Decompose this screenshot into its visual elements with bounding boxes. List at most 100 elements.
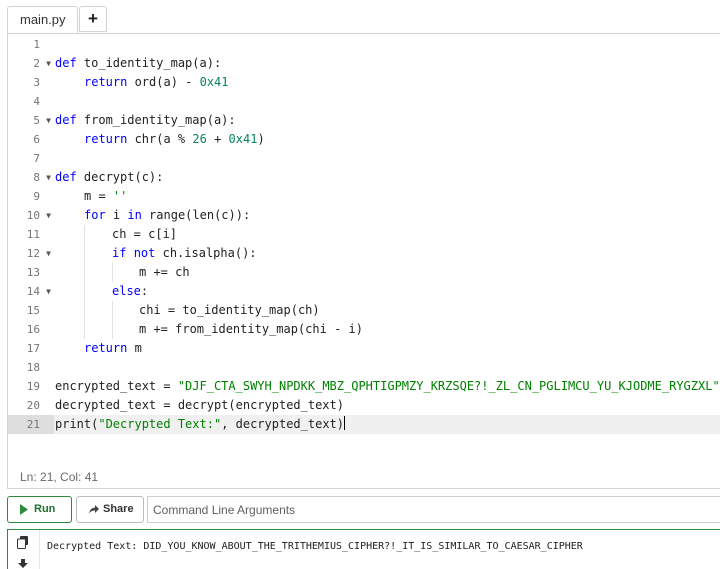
line-gutter: 14 ▼ <box>8 282 54 301</box>
indent-guide <box>112 263 113 282</box>
line-number: 11 <box>26 228 40 241</box>
line-number: 21 <box>26 418 40 431</box>
run-button-label: Run <box>34 503 56 515</box>
code-line[interactable]: 9 m = '' <box>8 187 720 206</box>
line-gutter: 2 ▼ <box>8 54 54 73</box>
line-number: 5 <box>33 114 40 127</box>
line-gutter: 13 <box>8 263 54 282</box>
line-number: 8 <box>33 171 40 184</box>
code-line[interactable]: 4 <box>8 92 720 111</box>
line-gutter: 9 <box>8 187 54 206</box>
code-line[interactable]: 16 m += from_identity_map(chi - i) <box>8 320 720 339</box>
fold-arrow-icon[interactable]: ▼ <box>46 168 51 187</box>
indent-guide <box>112 320 113 339</box>
line-gutter: 6 <box>8 130 54 149</box>
fold-arrow-icon[interactable]: ▼ <box>46 54 51 73</box>
code-text: chi = to_identity_map(ch) <box>139 303 320 317</box>
indent-guide <box>112 301 113 320</box>
download-icon[interactable] <box>17 559 29 569</box>
line-gutter: 21 <box>8 415 54 434</box>
line-gutter: 4 <box>8 92 54 111</box>
output-text: Decrypted Text: DID_YOU_KNOW_ABOUT_THE_T… <box>47 541 583 552</box>
code-line[interactable]: 10 ▼ for i in range(len(c)): <box>8 206 720 225</box>
code-line[interactable]: 18 <box>8 358 720 377</box>
line-number: 1 <box>33 38 40 51</box>
fold-arrow-icon[interactable]: ▼ <box>46 206 51 225</box>
code-text: for i in range(len(c)): <box>84 208 251 222</box>
line-gutter: 12 ▼ <box>8 244 54 263</box>
line-gutter: 5 ▼ <box>8 111 54 130</box>
share-button-label: Share <box>103 503 134 515</box>
code-line-active[interactable]: 21 print("Decrypted Text:", decrypted_te… <box>8 415 720 434</box>
line-number: 6 <box>33 133 40 146</box>
code-line[interactable]: 2 ▼ def to_identity_map(a): <box>8 54 720 73</box>
indent-guide <box>84 301 85 320</box>
line-number: 20 <box>26 399 40 412</box>
code-line[interactable]: 8 ▼ def decrypt(c): <box>8 168 720 187</box>
code-line[interactable]: 7 <box>8 149 720 168</box>
code-text: m += ch <box>139 265 190 279</box>
code-text: if not ch.isalpha(): <box>112 246 257 260</box>
tab-main-py[interactable]: main.py <box>7 6 78 33</box>
code-text: return ord(a) - 0x41 <box>84 75 229 89</box>
line-number: 12 <box>26 247 40 260</box>
code-area[interactable]: 1 2 ▼ def to_identity_map(a): 3 return or… <box>8 34 720 464</box>
code-text: ch = c[i] <box>112 227 178 241</box>
code-line[interactable]: 14 ▼ else: <box>8 282 720 301</box>
code-text: print("Decrypted Text:", decrypted_text) <box>55 416 346 431</box>
line-gutter: 7 <box>8 149 54 168</box>
code-text: def to_identity_map(a): <box>55 56 222 70</box>
output-panel: Decrypted Text: DID_YOU_KNOW_ABOUT_THE_T… <box>7 529 720 569</box>
code-line[interactable]: 19 encrypted_text = "DJF_CTA_SWYH_NPDKK_… <box>8 377 720 396</box>
run-button[interactable]: Run <box>7 496 72 523</box>
text-cursor <box>344 416 346 430</box>
fold-arrow-icon[interactable]: ▼ <box>46 282 51 301</box>
indent-guide <box>84 244 85 263</box>
line-number: 4 <box>33 95 40 108</box>
code-editor[interactable]: 1 2 ▼ def to_identity_map(a): 3 return or… <box>7 33 720 489</box>
line-gutter: 10 ▼ <box>8 206 54 225</box>
indent-guide <box>84 225 85 244</box>
indent-guide <box>84 320 85 339</box>
fold-arrow-icon[interactable]: ▼ <box>46 244 51 263</box>
code-text: m += from_identity_map(chi - i) <box>139 322 363 336</box>
code-line[interactable]: 12 ▼ if not ch.isalpha(): <box>8 244 720 263</box>
code-text: def from_identity_map(a): <box>55 113 236 127</box>
code-line[interactable]: 5 ▼ def from_identity_map(a): <box>8 111 720 130</box>
code-line[interactable]: 3 return ord(a) - 0x41 <box>8 73 720 92</box>
line-number: 9 <box>33 190 40 203</box>
fold-arrow-icon[interactable]: ▼ <box>46 111 51 130</box>
code-line[interactable]: 11 ch = c[i] <box>8 225 720 244</box>
code-line[interactable]: 13 m += ch <box>8 263 720 282</box>
line-gutter: 19 <box>8 377 54 396</box>
line-gutter: 18 <box>8 358 54 377</box>
code-text: def decrypt(c): <box>55 170 164 184</box>
line-gutter: 17 <box>8 339 54 358</box>
line-gutter: 1 <box>8 35 54 54</box>
line-number: 19 <box>26 380 40 393</box>
line-number: 2 <box>33 57 40 70</box>
line-gutter: 3 <box>8 73 54 92</box>
code-text: else: <box>112 284 149 298</box>
code-text: decrypted_text = decrypt(encrypted_text) <box>55 398 344 412</box>
command-line-arguments-input[interactable] <box>147 496 720 523</box>
code-line[interactable]: 6 return chr(a % 26 + 0x41) <box>8 130 720 149</box>
code-line[interactable]: 1 <box>8 35 720 54</box>
play-icon <box>19 497 29 532</box>
code-text: encrypted_text = "DJF_CTA_SWYH_NPDKK_MBZ… <box>55 379 720 393</box>
line-gutter: 16 <box>8 320 54 339</box>
add-tab-button[interactable]: + <box>79 6 107 32</box>
share-button[interactable]: Share <box>76 496 144 523</box>
code-line[interactable]: 20 decrypted_text = decrypt(encrypted_te… <box>8 396 720 415</box>
line-gutter: 20 <box>8 396 54 415</box>
code-line[interactable]: 15 chi = to_identity_map(ch) <box>8 301 720 320</box>
tab-bar: main.py + <box>0 0 720 33</box>
code-text: return m <box>84 341 142 355</box>
copy-icon[interactable] <box>17 536 29 552</box>
line-gutter: 8 ▼ <box>8 168 54 187</box>
output-sidebar <box>8 530 40 569</box>
code-line[interactable]: 17 return m <box>8 339 720 358</box>
share-arrow-icon <box>88 497 100 532</box>
code-text: return chr(a % 26 + 0x41) <box>84 132 265 146</box>
indent-guide <box>84 282 85 301</box>
